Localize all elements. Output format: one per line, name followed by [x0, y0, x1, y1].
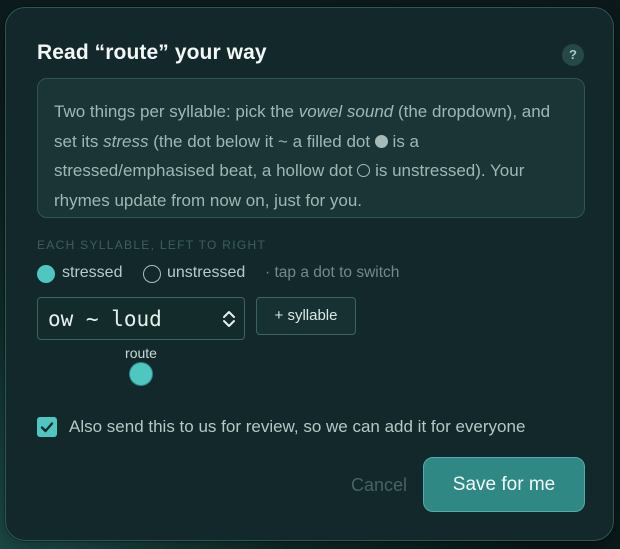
info-box: Two things per syllable: pick the vowel …: [37, 78, 585, 218]
vowel-select[interactable]: ow ~ loud: [37, 297, 245, 340]
unstressed-dot-icon: [143, 265, 161, 283]
dialog-title: Read “route” your way: [37, 41, 267, 64]
stressed-dot-icon: [37, 265, 55, 283]
info-text-1: Two things per syllable: pick the: [54, 102, 299, 121]
info-text-3: (the dot below it ~ a filled dot: [148, 131, 375, 151]
chevron-up-down-icon: [223, 311, 235, 327]
filled-dot-icon: [374, 134, 388, 148]
section-label: EACH SYLLABLE, LEFT TO RIGHT: [37, 238, 267, 252]
read-your-way-dialog: Read “route” your way ? Two things per s…: [5, 7, 614, 541]
review-checkbox-label[interactable]: Also send this to us for review, so we c…: [69, 417, 525, 437]
legend-unstressed-label: unstressed: [167, 264, 246, 281]
review-checkbox[interactable]: [37, 417, 57, 437]
info-em-stress: stress: [103, 131, 149, 151]
add-syllable-button[interactable]: + syllable: [256, 297, 356, 335]
stress-toggle-dot[interactable]: [130, 363, 152, 385]
vowel-select-value: ow ~ loud: [48, 307, 162, 331]
cancel-button[interactable]: Cancel: [351, 475, 407, 496]
save-button[interactable]: Save for me: [423, 457, 585, 512]
checkmark-icon: [40, 422, 54, 433]
legend-hint: · tap a dot to switch: [265, 264, 400, 281]
help-icon[interactable]: ?: [562, 44, 584, 66]
syllable-word: route: [125, 345, 157, 361]
info-em-vowel: vowel sound: [298, 102, 394, 121]
legend-stressed-label: stressed: [62, 264, 123, 281]
hollow-dot-icon: [357, 164, 371, 177]
